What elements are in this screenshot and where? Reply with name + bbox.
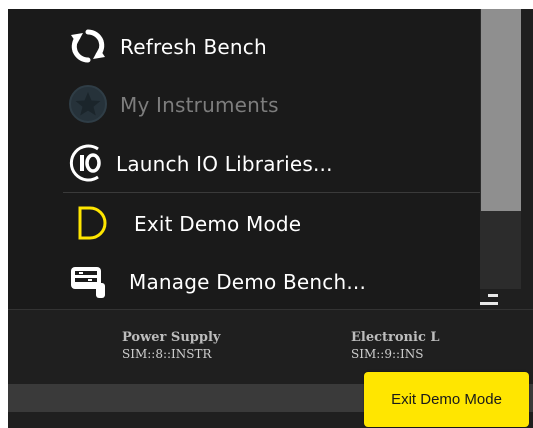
app-window: Refresh Bench My Instruments Launch IO L… [8,9,533,428]
scrollbar-thumb[interactable] [481,9,521,211]
menu-item-exit-demo-mode[interactable]: Exit Demo Mode [8,195,480,251]
instrument-address: SIM::8::INSTR [122,347,212,361]
menu-item-label: My Instruments [120,93,279,117]
instrument-card-power-supply[interactable]: Power Supply SIM::8::INSTR [122,330,220,361]
menu-item-label: Exit Demo Mode [134,212,302,236]
demo-mode-icon [68,203,108,243]
menu-item-label: Manage Demo Bench... [129,270,367,294]
menu-item-manage-demo-bench[interactable]: Manage Demo Bench... [8,253,480,309]
instrument-card-electronic-load[interactable]: Electronic L SIM::9::INS [351,330,454,361]
io-libraries-icon [68,143,108,183]
instrument-name: Power Supply [122,330,221,345]
menu-item-label: Launch IO Libraries... [116,152,333,176]
menu-item-launch-io-libraries[interactable]: Launch IO Libraries... [8,135,480,191]
context-menu: Refresh Bench My Instruments Launch IO L… [8,9,480,309]
menu-item-my-instruments[interactable]: My Instruments [8,76,480,132]
menu-item-refresh-bench[interactable]: Refresh Bench [8,18,480,74]
star-icon [68,84,108,124]
menu-separator [63,192,480,193]
exit-demo-mode-tooltip: Exit Demo Mode [364,372,529,427]
instrument-name: Electronic L [351,330,440,345]
refresh-icon [68,26,108,66]
manage-bench-icon [68,261,108,301]
menu-item-label: Refresh Bench [120,35,267,59]
instrument-address: SIM::9::INS [351,347,424,361]
